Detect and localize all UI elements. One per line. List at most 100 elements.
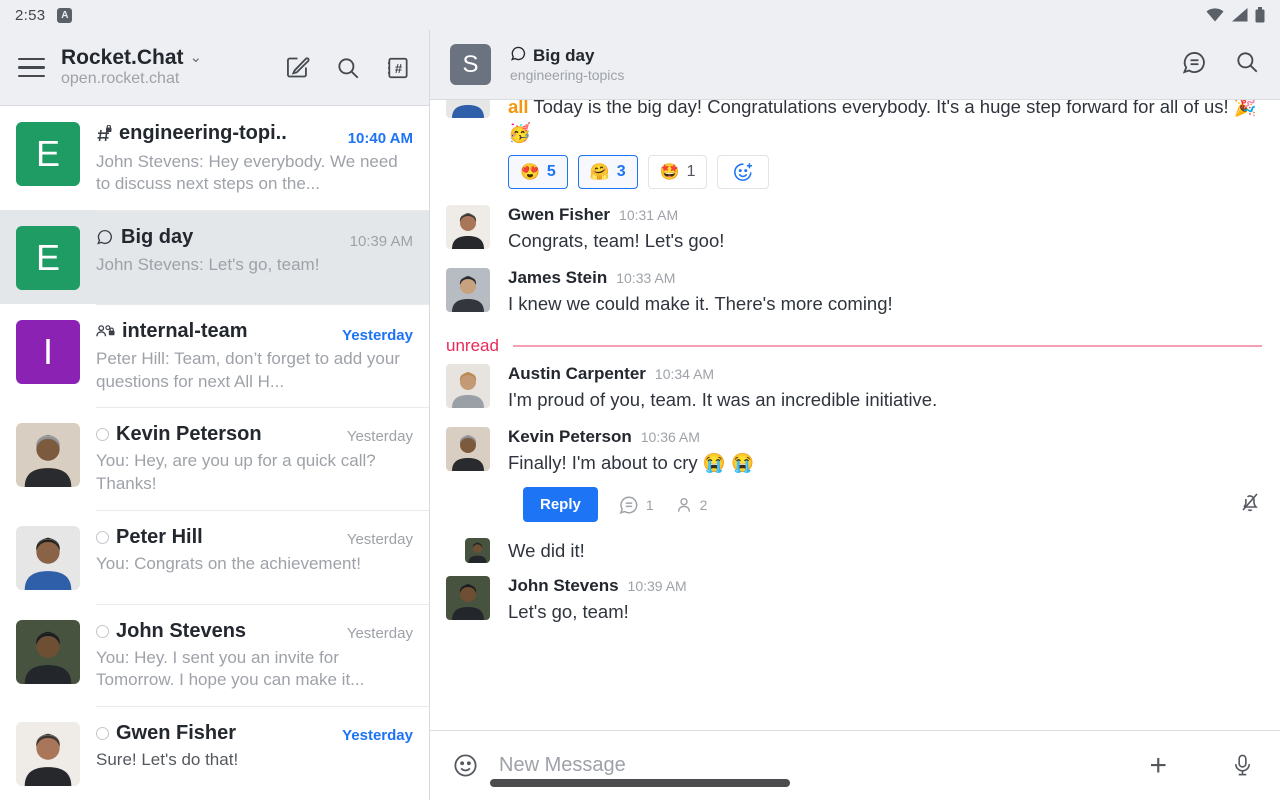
last-message-preview: John Stevens: Let's go, team!: [96, 254, 413, 277]
dm-item-peter-hill[interactable]: Peter Hill Yesterday You: Congrats on th…: [0, 510, 429, 604]
dm-item-john-stevens[interactable]: John Stevens Yesterday You: Hey. I sent …: [0, 604, 429, 706]
avatar: [446, 100, 490, 118]
new-message-icon[interactable]: [284, 54, 311, 81]
sidebar: Rocket.Chat ⌄ open.rocket.chat # E en: [0, 30, 430, 800]
reaction-chip[interactable]: 🤗 3: [578, 155, 638, 189]
private-team-icon: [96, 322, 115, 340]
reaction-emoji: 🤗: [590, 162, 610, 182]
notifications-muted-icon[interactable]: [1238, 490, 1262, 519]
message-sequential[interactable]: We did it!: [446, 538, 1262, 564]
last-message-time: Yesterday: [347, 625, 413, 642]
private-channel-icon: [96, 125, 112, 143]
android-home-pill[interactable]: [490, 779, 790, 787]
avatar: [446, 364, 490, 408]
avatar: [446, 427, 490, 471]
channel-name: engineering-topi..: [119, 122, 287, 145]
offline-status-icon: [96, 428, 109, 441]
avatar: I: [16, 320, 80, 384]
search-icon[interactable]: [1234, 49, 1260, 81]
message-text: Today is the big day! Congratulations ev…: [508, 100, 1257, 143]
emoji-picker-icon[interactable]: [452, 752, 479, 779]
last-message-preview: Peter Hill: Team, don’t forget to add yo…: [96, 348, 413, 393]
message[interactable]: John Stevens 10:39 AM Let's go, team!: [446, 576, 1262, 625]
reaction-chip[interactable]: 😍 5: [508, 155, 568, 189]
message[interactable]: all Today is the big day! Congratulation…: [446, 100, 1262, 191]
message-time: 10:36 AM: [641, 429, 700, 445]
message-author[interactable]: Austin Carpenter: [508, 364, 646, 384]
message-text: Let's go, team!: [508, 599, 1262, 625]
server-title: Rocket.Chat: [61, 46, 184, 70]
avatar: [446, 205, 490, 249]
avatar: E: [16, 122, 80, 186]
chevron-down-icon: ⌄: [190, 49, 203, 66]
message-time: 10:31 AM: [619, 207, 678, 223]
dm-item-gwen-fisher[interactable]: Gwen Fisher Yesterday Sure! Let's do tha…: [0, 706, 429, 800]
sidebar-header: Rocket.Chat ⌄ open.rocket.chat #: [0, 30, 429, 106]
thread-reply-row: Reply 1 2: [523, 487, 1262, 522]
channel-item-engineering-topics[interactable]: E engineering-topi.. 10:40 AM John Steve…: [0, 106, 429, 210]
reaction-count: 3: [617, 163, 626, 181]
channel-list: E engineering-topi.. 10:40 AM John Steve…: [0, 106, 429, 800]
menu-icon[interactable]: [18, 58, 45, 78]
last-message-time: Yesterday: [347, 531, 413, 548]
offline-status-icon: [96, 625, 109, 638]
reaction-count: 5: [547, 163, 556, 181]
message-text: We did it!: [508, 538, 1262, 564]
dm-item-kevin-peterson[interactable]: Kevin Peterson Yesterday You: Hey, are y…: [0, 407, 429, 509]
avatar: [16, 722, 80, 786]
discussion-icon: [510, 45, 527, 67]
new-message-input[interactable]: [499, 754, 1129, 777]
message-author[interactable]: Gwen Fisher: [508, 205, 610, 225]
clock: 2:53: [15, 7, 45, 24]
add-reaction-button[interactable]: [717, 155, 769, 189]
last-message-time: Yesterday: [347, 428, 413, 445]
message-author[interactable]: James Stein: [508, 268, 607, 288]
avatar: [16, 526, 80, 590]
message-list[interactable]: all Today is the big day! Congratulation…: [430, 100, 1280, 730]
last-message-preview: John Stevens: Hey everybody. We need to …: [96, 151, 413, 196]
wifi-icon: [1206, 8, 1224, 22]
directory-icon[interactable]: #: [385, 55, 411, 81]
avatar: [446, 268, 490, 312]
message[interactable]: Austin Carpenter 10:34 AM I'm proud of y…: [446, 364, 1262, 413]
message[interactable]: Gwen Fisher 10:31 AM Congrats, team! Let…: [446, 205, 1262, 254]
message-text: I'm proud of you, team. It was an incred…: [508, 387, 1262, 413]
thread-replies[interactable]: 1: [618, 494, 654, 516]
channel-item-big-day[interactable]: E Big day 10:39 AM John Stevens: Let's g…: [0, 210, 429, 304]
reaction-count: 1: [687, 163, 696, 181]
chat-header[interactable]: S Big day engineering-topics: [430, 30, 1280, 100]
offline-status-icon: [96, 727, 109, 740]
reaction-emoji: 😍: [520, 162, 540, 182]
message[interactable]: Kevin Peterson 10:36 AM Finally! I'm abo…: [446, 427, 1262, 476]
last-message-time: 10:39 AM: [350, 233, 413, 250]
reaction-chip[interactable]: 🤩 1: [648, 155, 708, 189]
discussion-icon: [96, 228, 114, 246]
channel-item-internal-team[interactable]: I internal-team Yesterday Peter Hill: Te…: [0, 304, 429, 408]
avatar: E: [16, 226, 80, 290]
chat-panel: S Big day engineering-topics all: [430, 30, 1280, 800]
last-message-time: 10:40 AM: [348, 130, 413, 147]
threads-icon[interactable]: [1181, 49, 1208, 81]
server-url: open.rocket.chat: [61, 70, 202, 88]
avatar: [16, 620, 80, 684]
message-time: 10:39 AM: [628, 578, 687, 594]
reply-button[interactable]: Reply: [523, 487, 598, 522]
search-icon[interactable]: [335, 55, 361, 81]
notification-app-icon: A: [57, 8, 72, 23]
microphone-icon[interactable]: [1231, 753, 1254, 779]
user-name: John Stevens: [116, 620, 246, 643]
mention-all[interactable]: all: [508, 100, 529, 117]
last-message-preview: You: Hey, are you up for a quick call? T…: [96, 450, 413, 495]
message-author[interactable]: John Stevens: [508, 576, 619, 596]
message-text: Congrats, team! Let's goo!: [508, 228, 1262, 254]
attach-plus-icon[interactable]: +: [1149, 751, 1167, 781]
thread-followers[interactable]: 2: [674, 495, 708, 515]
avatar: [446, 576, 490, 620]
unread-label: unread: [446, 336, 499, 356]
message-composer: +: [430, 730, 1280, 800]
channel-title: Big day: [533, 46, 594, 66]
user-name: Gwen Fisher: [116, 722, 236, 745]
message[interactable]: James Stein 10:33 AM I knew we could mak…: [446, 268, 1262, 317]
message-author[interactable]: Kevin Peterson: [508, 427, 632, 447]
server-selector[interactable]: Rocket.Chat ⌄ open.rocket.chat: [61, 46, 202, 89]
